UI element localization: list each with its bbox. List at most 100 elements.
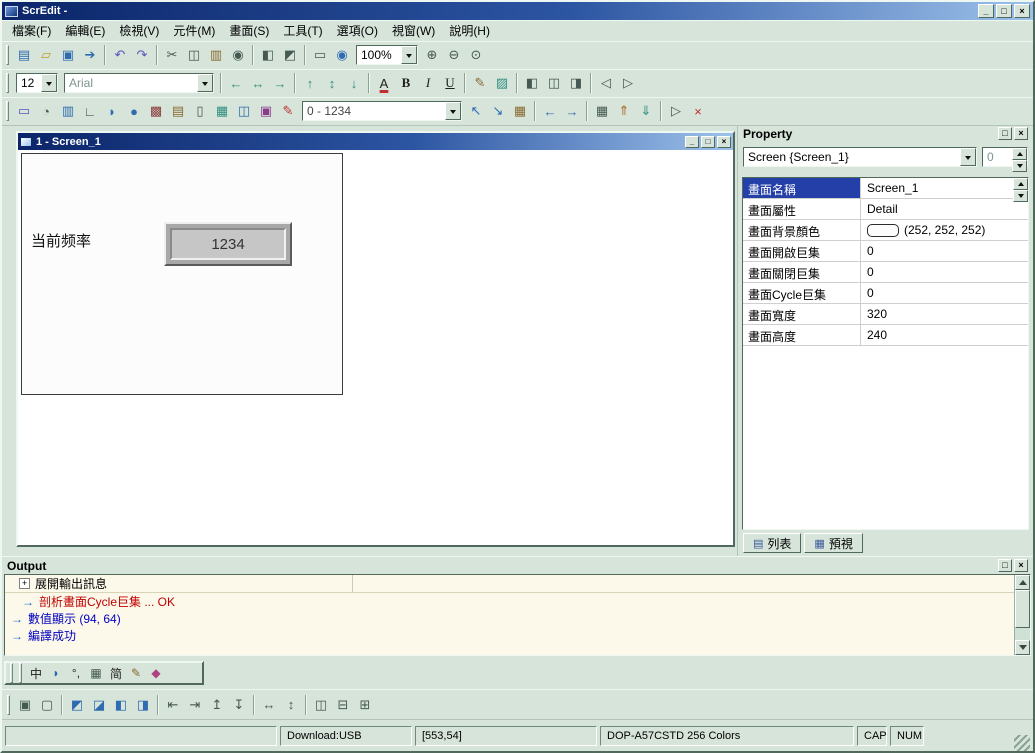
property-value[interactable]: 320 <box>861 304 1028 324</box>
circle-element-icon[interactable]: ● <box>123 100 145 122</box>
resize-grip[interactable] <box>1014 735 1030 751</box>
spinner-down-icon[interactable] <box>1013 190 1028 198</box>
output-panel-titlebar[interactable]: Output □ × <box>2 557 1033 574</box>
download-icon[interactable]: ⇓ <box>635 100 657 122</box>
save-icon[interactable]: ▣ <box>57 44 79 66</box>
property-value[interactable]: 0 <box>861 241 1028 261</box>
group-icon[interactable]: ▣ <box>14 694 36 716</box>
spinner-down-icon[interactable] <box>1012 160 1027 172</box>
menu-item-edit[interactable]: 編輯(E) <box>58 20 112 41</box>
color-swatch[interactable] <box>867 224 899 237</box>
zoom-combo-arrow-icon[interactable] <box>401 46 417 64</box>
ime-keyboard-icon[interactable]: ▦ <box>86 664 106 682</box>
screen-canvas[interactable]: 当前频率 1234 <box>21 153 343 395</box>
center-horizontal-icon[interactable]: ◫ <box>310 694 332 716</box>
property-target-combo[interactable]: Screen {Screen_1} <box>743 147 977 167</box>
property-row-screen-height[interactable]: 畫面高度 240 <box>743 325 1028 346</box>
zoom-combo[interactable]: 100% <box>356 45 418 65</box>
picture-left-icon[interactable]: ◧ <box>521 72 543 94</box>
cascade-windows-icon[interactable]: ◩ <box>279 44 301 66</box>
toolbar-grip[interactable] <box>7 695 10 715</box>
property-value[interactable]: 240 <box>861 325 1028 345</box>
upload-icon[interactable]: ⇑ <box>613 100 635 122</box>
read-address-icon[interactable]: ↖ <box>465 100 487 122</box>
property-value[interactable]: 0 <box>861 283 1028 303</box>
copy-icon[interactable]: ◫ <box>183 44 205 66</box>
screen-window-titlebar[interactable]: 1 - Screen_1 _ □ × <box>18 133 733 150</box>
property-row-open-macro[interactable]: 畫面開啟巨集 0 <box>743 241 1028 262</box>
export-icon[interactable]: ➔ <box>79 44 101 66</box>
flip-horizontal-icon[interactable]: ↔ <box>247 72 269 94</box>
ime-punctuation-icon[interactable]: °, <box>66 664 86 682</box>
tile-windows-icon[interactable]: ◧ <box>257 44 279 66</box>
spinner-up-icon[interactable] <box>1012 148 1027 160</box>
property-row-screen-width[interactable]: 畫面寬度 320 <box>743 304 1028 325</box>
pattern-element-icon[interactable]: ▩ <box>145 100 167 122</box>
menu-item-help[interactable]: 說明(H) <box>442 20 497 41</box>
send-to-back-icon[interactable]: ◪ <box>88 694 110 716</box>
element-address-combo[interactable]: 0 - 1234 <box>302 101 462 121</box>
paste-icon[interactable]: ▥ <box>205 44 227 66</box>
text-color-icon[interactable]: A <box>373 72 395 94</box>
underline-icon[interactable]: U <box>439 72 461 94</box>
close-button[interactable]: × <box>1014 4 1030 18</box>
bring-to-front-icon[interactable]: ◩ <box>66 694 88 716</box>
font-size-combo[interactable]: 12 <box>16 73 58 93</box>
property-value[interactable]: Screen_1 <box>861 178 1028 198</box>
ime-width-icon[interactable]: ◗ <box>46 664 66 682</box>
align-right-icon[interactable]: ⇥ <box>184 694 206 716</box>
menu-item-options[interactable]: 選項(O) <box>330 20 385 41</box>
zoom-reset-icon[interactable]: ⊙ <box>465 44 487 66</box>
bitmap-element-icon[interactable]: ▤ <box>167 100 189 122</box>
italic-icon[interactable]: I <box>417 72 439 94</box>
font-name-arrow-icon[interactable] <box>197 74 213 92</box>
nudge-left-icon[interactable]: ← <box>225 72 247 94</box>
nudge-down-icon[interactable]: ↓ <box>343 72 365 94</box>
find-icon[interactable]: ◉ <box>227 44 249 66</box>
cut-icon[interactable]: ✂ <box>161 44 183 66</box>
pattern-style-icon[interactable]: ▨ <box>491 72 513 94</box>
property-row-screen-type[interactable]: 畫面屬性 Detail <box>743 199 1028 220</box>
zoom-out-icon[interactable]: ⊖ <box>443 44 465 66</box>
menu-item-screen[interactable]: 畫面(S) <box>222 20 276 41</box>
property-float-button[interactable]: □ <box>998 127 1012 140</box>
bring-forward-icon[interactable]: ◧ <box>110 694 132 716</box>
about-icon[interactable]: ◉ <box>331 44 353 66</box>
print-icon[interactable]: ▭ <box>309 44 331 66</box>
menu-item-view[interactable]: 檢視(V) <box>112 20 166 41</box>
window-titlebar[interactable]: ScrEdit - _ □ × <box>2 2 1033 20</box>
button-element-icon[interactable]: ▭ <box>13 100 35 122</box>
address-book-icon[interactable]: ▦ <box>509 100 531 122</box>
font-name-combo[interactable]: Arial <box>64 73 214 93</box>
property-row-background-color[interactable]: 畫面背景顏色 (252, 252, 252) <box>743 220 1028 241</box>
spinner-up-icon[interactable] <box>1013 178 1028 190</box>
output-header-row[interactable]: + 展開輸出訊息 <box>5 575 1030 593</box>
tab-list[interactable]: ▤ 列表 <box>743 533 801 553</box>
toolbar-grip[interactable] <box>6 73 9 93</box>
screen-restore-button[interactable]: □ <box>701 136 715 148</box>
ime-mode-icon[interactable]: 中 <box>26 664 46 682</box>
pipe-element-icon[interactable]: ∟ <box>79 100 101 122</box>
property-row-cycle-macro[interactable]: 畫面Cycle巨集 0 <box>743 283 1028 304</box>
nudge-up-icon[interactable]: ↑ <box>299 72 321 94</box>
output-float-button[interactable]: □ <box>998 559 1012 572</box>
row-spinner[interactable] <box>1013 178 1028 198</box>
scroll-up-icon[interactable] <box>1015 575 1030 590</box>
maximize-button[interactable]: □ <box>996 4 1012 18</box>
draw-pen-icon[interactable]: ✎ <box>469 72 491 94</box>
abort-icon[interactable]: × <box>687 100 709 122</box>
ungroup-icon[interactable]: ▢ <box>36 694 58 716</box>
undo-icon[interactable]: ↶ <box>109 44 131 66</box>
property-row-screen-name[interactable]: 畫面名稱 Screen_1 <box>743 178 1028 199</box>
property-spinner[interactable]: 0 <box>982 147 1028 167</box>
screen-minimize-button[interactable]: _ <box>685 136 699 148</box>
toolbar-grip[interactable] <box>19 663 22 683</box>
same-height-icon[interactable]: ↕ <box>280 694 302 716</box>
arc-element-icon[interactable]: ◗ <box>101 100 123 122</box>
expand-output-icon[interactable]: + <box>19 578 30 589</box>
align-bottom-icon[interactable]: ↧ <box>228 694 250 716</box>
toolbar-grip[interactable] <box>6 45 9 65</box>
new-file-icon[interactable]: ▤ <box>13 44 35 66</box>
grid-element-icon[interactable]: ▦ <box>211 100 233 122</box>
property-value[interactable]: Detail <box>861 199 1028 219</box>
